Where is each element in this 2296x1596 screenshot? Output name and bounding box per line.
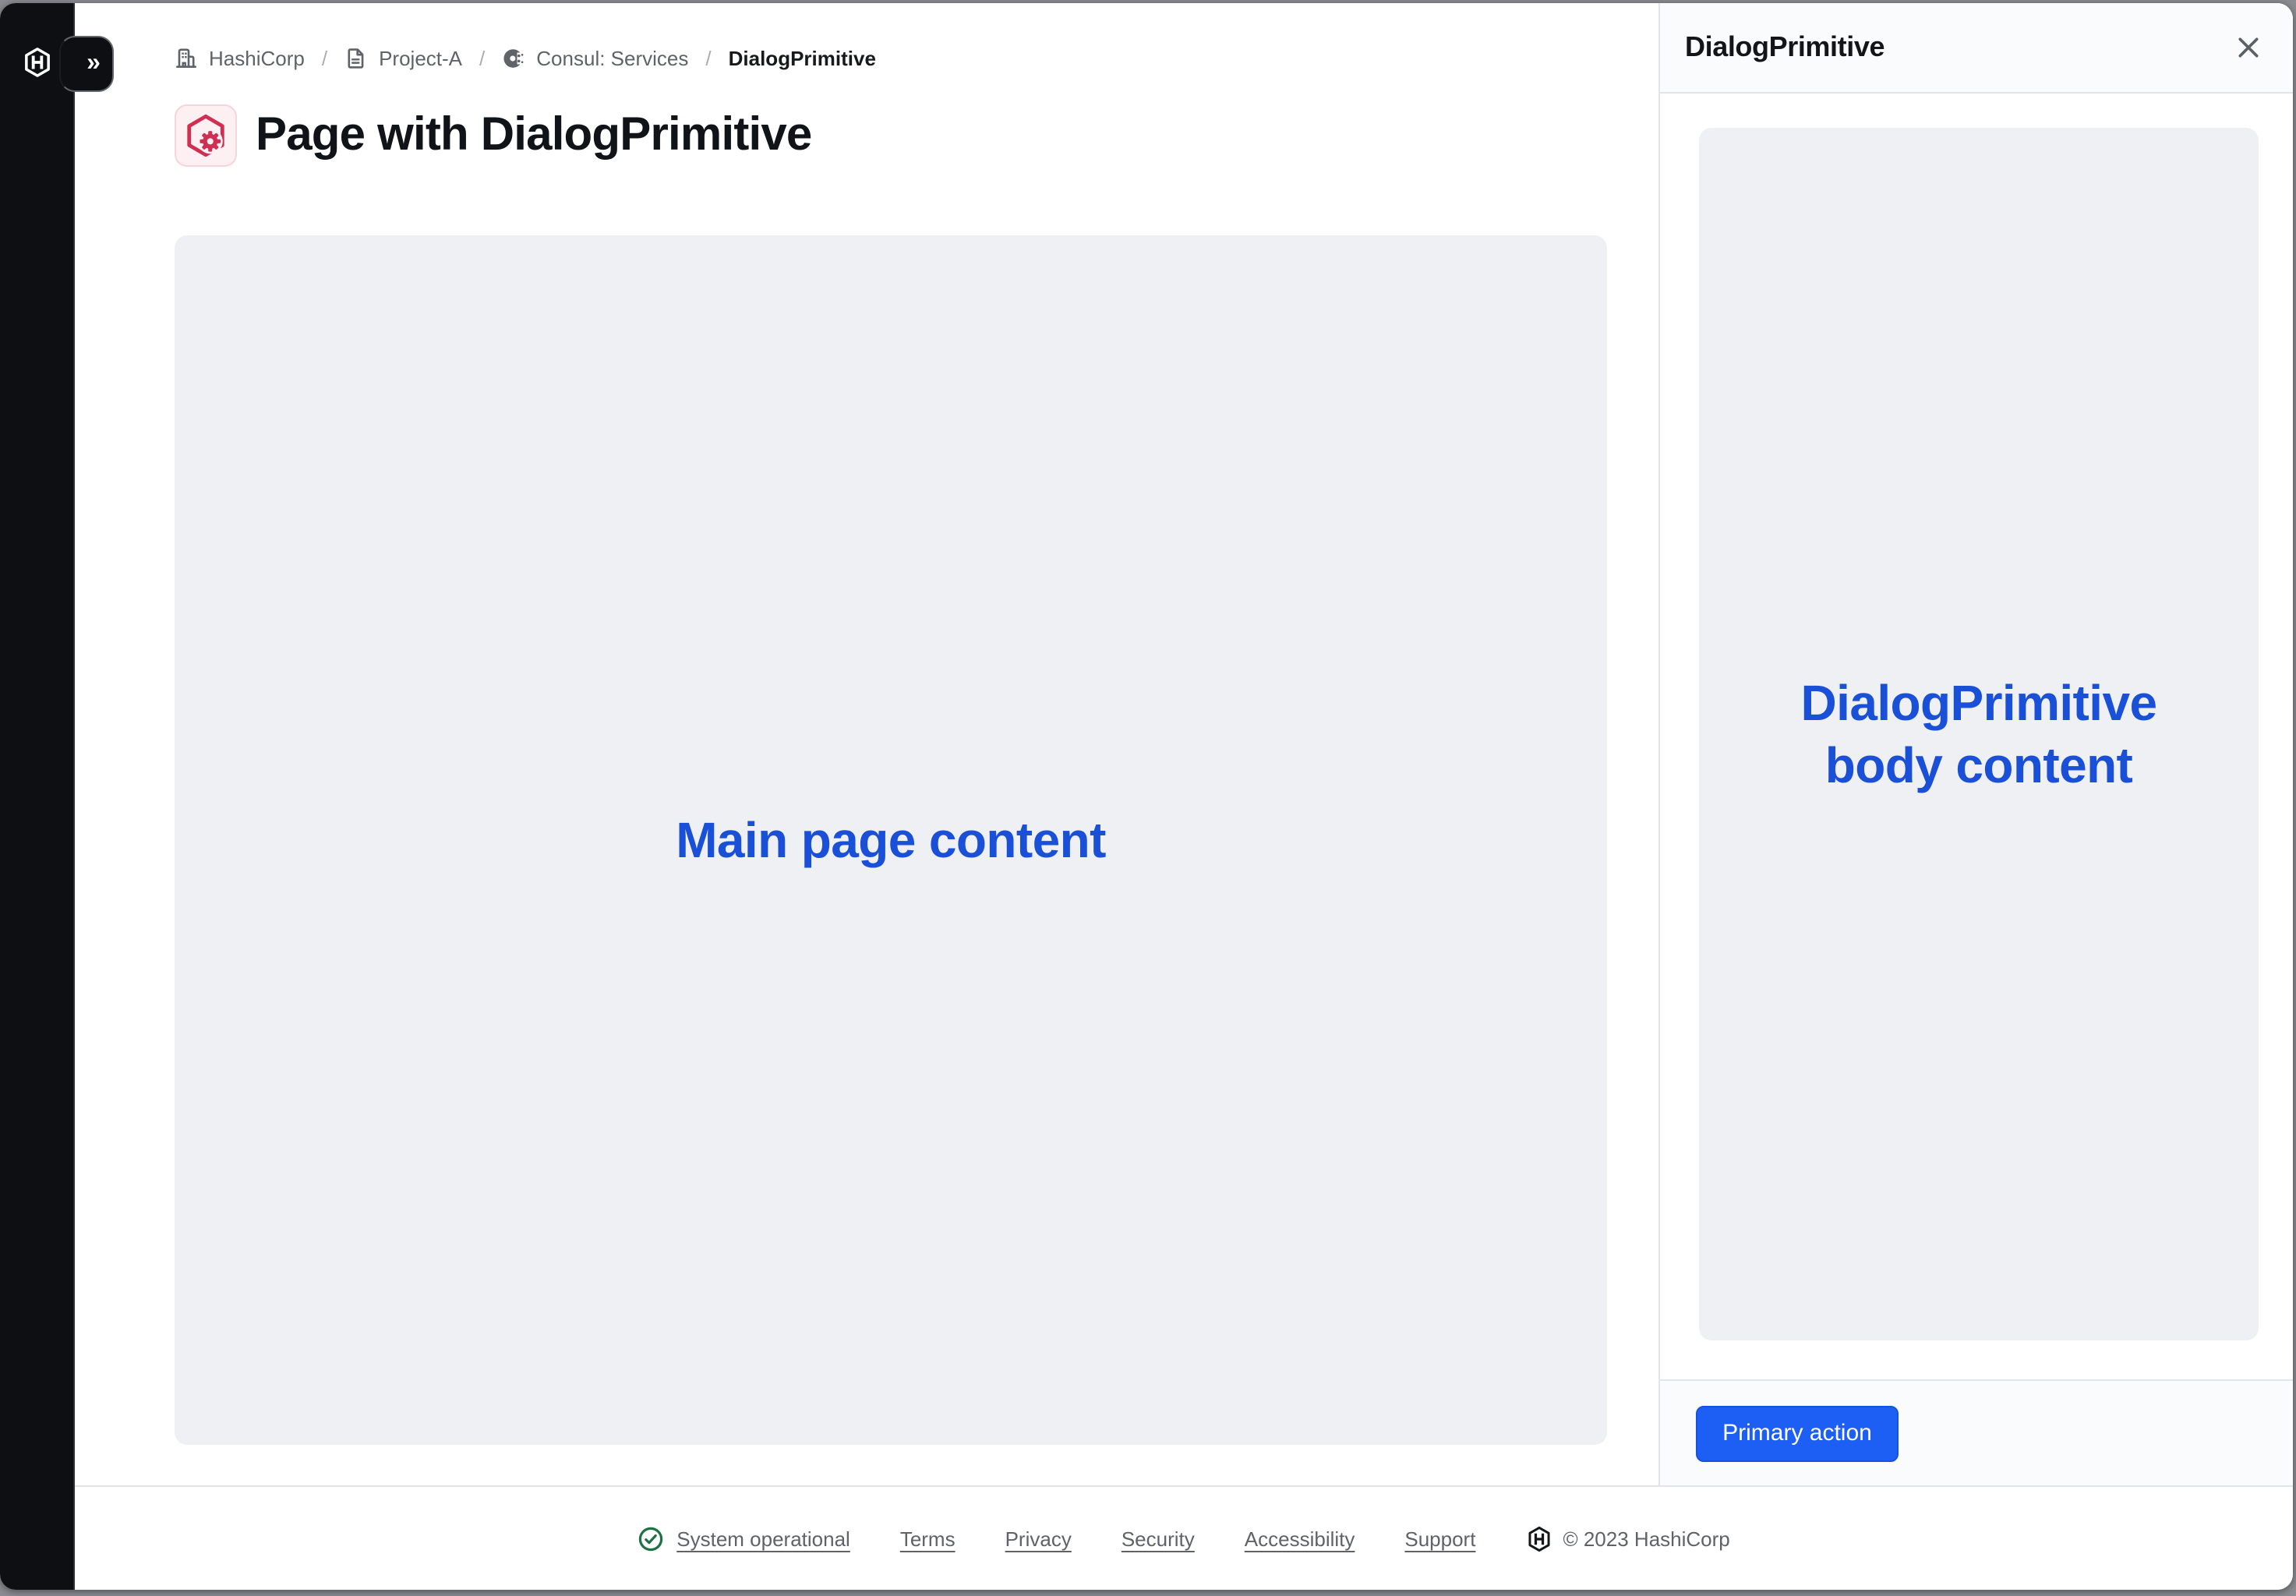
chevron-double-right-icon: » (87, 51, 101, 76)
breadcrumb-item-project[interactable]: Project-A (344, 46, 462, 69)
hashicorp-logo-icon[interactable] (22, 47, 53, 78)
sidenav-expand-button[interactable]: » (59, 36, 114, 92)
screen: » (0, 0, 2296, 1596)
org-icon (175, 46, 198, 69)
content-row: HashiCorp / Project-A / (75, 3, 2293, 1485)
file-icon (344, 46, 368, 69)
hashicorp-logo-icon (1525, 1525, 1552, 1552)
main-column: HashiCorp / Project-A / (75, 3, 2293, 1590)
dialog-title: DialogPrimitive (1685, 31, 2229, 64)
footer-link-accessibility[interactable]: Accessibility (1245, 1527, 1355, 1550)
breadcrumb-label: Consul: Services (536, 46, 688, 69)
breadcrumb-separator: / (479, 46, 485, 69)
page-title: Page with DialogPrimitive (256, 109, 812, 162)
side-nav-collapsed (0, 3, 75, 1590)
dialog-body: DialogPrimitive body content (1660, 94, 2293, 1379)
footer-link-support[interactable]: Support (1404, 1527, 1475, 1550)
breadcrumb-item-hashicorp[interactable]: HashiCorp (175, 46, 305, 69)
status-label: System operational (676, 1527, 850, 1550)
check-circle-icon (638, 1525, 664, 1552)
copyright-text: © 2023 HashiCorp (1563, 1527, 1729, 1550)
main-placeholder-text: Main page content (676, 809, 1106, 871)
page-title-tile (175, 104, 237, 167)
close-icon (2236, 36, 2259, 59)
dialog-footer: Primary action (1660, 1379, 2293, 1485)
app-footer: System operational Terms Privacy Securit… (75, 1485, 2293, 1590)
footer-link-privacy[interactable]: Privacy (1005, 1527, 1072, 1550)
dialog-primitive-panel: DialogPrimitive DialogPrimitive body con… (1658, 3, 2293, 1485)
breadcrumb-item-consul-services[interactable]: Consul: Services (502, 46, 688, 69)
dialog-header: DialogPrimitive (1660, 3, 2293, 94)
dialog-close-button[interactable] (2229, 29, 2266, 66)
dialog-placeholder-text: DialogPrimitive body content (1768, 672, 2190, 796)
breadcrumb-label: HashiCorp (209, 46, 305, 69)
breadcrumb-label: DialogPrimitive (729, 46, 876, 69)
system-status-link[interactable]: System operational (638, 1525, 850, 1552)
breadcrumb-separator: / (705, 46, 711, 69)
footer-copyright: © 2023 HashiCorp (1525, 1525, 1729, 1552)
consul-gear-icon (181, 111, 231, 161)
main-content-placeholder: Main page content (175, 235, 1607, 1445)
footer-link-security[interactable]: Security (1122, 1527, 1195, 1550)
main-page-area: HashiCorp / Project-A / (75, 3, 1658, 1485)
page-header: Page with DialogPrimitive (175, 104, 1607, 167)
footer-link-terms[interactable]: Terms (900, 1527, 955, 1550)
breadcrumb: HashiCorp / Project-A / (175, 44, 1607, 72)
breadcrumb-label: Project-A (379, 46, 462, 69)
dialog-body-placeholder: DialogPrimitive body content (1699, 128, 2259, 1340)
primary-action-button[interactable]: Primary action (1696, 1405, 1899, 1461)
breadcrumb-separator: / (322, 46, 327, 69)
breadcrumb-item-current: DialogPrimitive (729, 46, 876, 69)
app-frame: » (0, 3, 2293, 1590)
consul-icon (502, 46, 525, 69)
